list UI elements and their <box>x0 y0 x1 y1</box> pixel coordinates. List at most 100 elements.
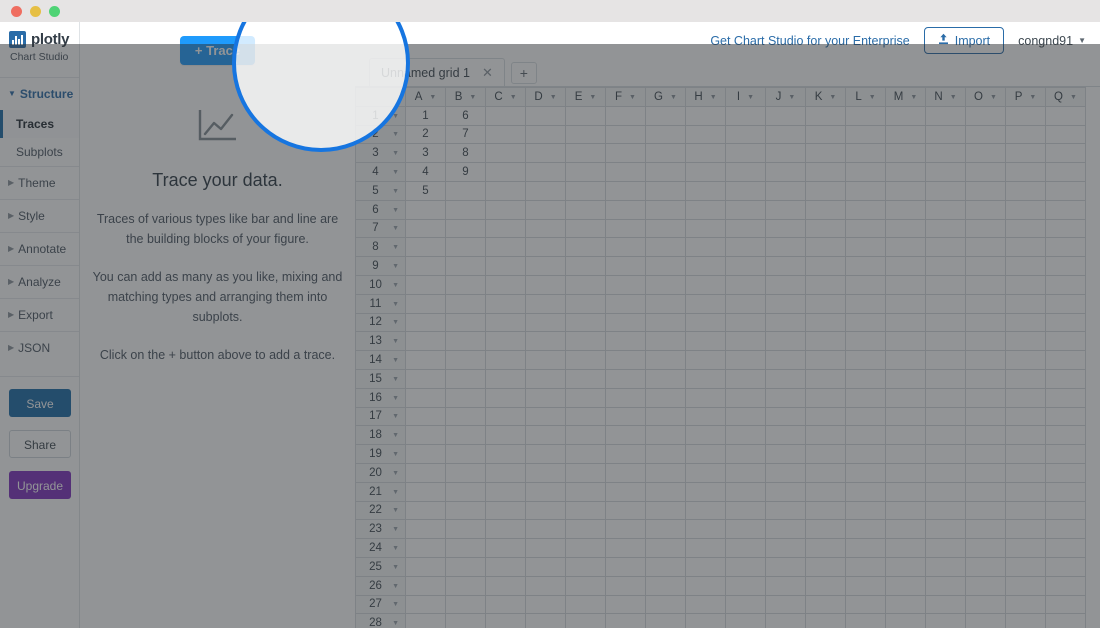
caret-down-icon[interactable]: ▼ <box>392 169 399 176</box>
row-header-12[interactable]: 12 ▼ <box>355 312 406 333</box>
cell-i27[interactable] <box>725 594 766 615</box>
caret-down-icon[interactable]: ▼ <box>392 319 399 326</box>
caret-down-icon[interactable]: ▼ <box>392 225 399 232</box>
sidebar-item-style[interactable]: ▶ Style <box>0 200 79 232</box>
cell-b19[interactable] <box>445 444 486 464</box>
cell-i4[interactable] <box>725 162 766 182</box>
caret-down-icon[interactable]: ▼ <box>392 244 399 251</box>
column-header-o[interactable]: O ▼ <box>965 87 1006 107</box>
cell-h28[interactable] <box>685 613 726 628</box>
cell-f5[interactable] <box>605 180 646 201</box>
cell-o9[interactable] <box>965 256 1006 276</box>
spreadsheet-scroll[interactable]: A ▼ B ▼ C ▼ D ▼ E ▼ F ▼ G ▼ H ▼ I ▼ J ▼ K ▼ L ▼ M ▼ N ▼ O ▼ P ▼ Q ▼ 1 ▼ 1 6 2… <box>355 87 1100 628</box>
cell-k21[interactable] <box>805 481 846 502</box>
cell-h4[interactable] <box>685 162 726 182</box>
cell-e20[interactable] <box>565 462 606 483</box>
cell-g27[interactable] <box>645 594 686 615</box>
cell-m24[interactable] <box>885 538 926 558</box>
cell-c19[interactable] <box>485 444 526 464</box>
cell-k26[interactable] <box>805 575 846 596</box>
cell-a7[interactable] <box>405 218 446 239</box>
cell-p22[interactable] <box>1005 500 1046 521</box>
row-header-1[interactable]: 1 ▼ <box>355 105 406 126</box>
cell-g15[interactable] <box>645 368 686 389</box>
row-header-4[interactable]: 4 ▼ <box>355 162 406 182</box>
cell-e3[interactable] <box>565 143 606 164</box>
cell-o15[interactable] <box>965 368 1006 389</box>
cell-m21[interactable] <box>885 481 926 502</box>
cell-a27[interactable] <box>405 594 446 615</box>
cell-j5[interactable] <box>765 180 806 201</box>
row-header-5[interactable]: 5 ▼ <box>355 180 406 201</box>
caret-down-icon[interactable]: ▼ <box>869 94 876 101</box>
cell-i17[interactable] <box>725 406 766 427</box>
cell-q4[interactable] <box>1045 162 1086 182</box>
cell-l2[interactable] <box>845 124 886 145</box>
cell-e2[interactable] <box>565 124 606 145</box>
cell-a25[interactable] <box>405 556 446 577</box>
cell-a4[interactable]: 4 <box>405 162 446 182</box>
cell-a23[interactable] <box>405 519 446 540</box>
cell-m13[interactable] <box>885 331 926 352</box>
cell-f3[interactable] <box>605 143 646 164</box>
cell-q17[interactable] <box>1045 406 1086 427</box>
caret-down-icon[interactable]: ▼ <box>392 413 399 420</box>
cell-q9[interactable] <box>1045 256 1086 276</box>
cell-i20[interactable] <box>725 462 766 483</box>
cell-m18[interactable] <box>885 425 926 446</box>
cell-i8[interactable] <box>725 237 766 258</box>
cell-i21[interactable] <box>725 481 766 502</box>
cell-m25[interactable] <box>885 556 926 577</box>
cell-i26[interactable] <box>725 575 766 596</box>
cell-e10[interactable] <box>565 274 606 295</box>
cell-k11[interactable] <box>805 293 846 314</box>
caret-down-icon[interactable]: ▼ <box>392 526 399 533</box>
cell-k2[interactable] <box>805 124 846 145</box>
cell-h7[interactable] <box>685 218 726 239</box>
cell-b3[interactable]: 8 <box>445 143 486 164</box>
column-header-h[interactable]: H ▼ <box>685 87 726 107</box>
cell-n2[interactable] <box>925 124 966 145</box>
cell-i23[interactable] <box>725 519 766 540</box>
cell-o21[interactable] <box>965 481 1006 502</box>
caret-down-icon[interactable]: ▼ <box>392 545 399 552</box>
cell-q23[interactable] <box>1045 519 1086 540</box>
cell-c18[interactable] <box>485 425 526 446</box>
cell-m23[interactable] <box>885 519 926 540</box>
cell-d7[interactable] <box>525 218 566 239</box>
column-header-g[interactable]: G ▼ <box>645 87 686 107</box>
cell-g14[interactable] <box>645 350 686 370</box>
cell-b21[interactable] <box>445 481 486 502</box>
cell-f20[interactable] <box>605 462 646 483</box>
cell-o3[interactable] <box>965 143 1006 164</box>
cell-a5[interactable]: 5 <box>405 180 446 201</box>
cell-l3[interactable] <box>845 143 886 164</box>
cell-i22[interactable] <box>725 500 766 521</box>
cell-q7[interactable] <box>1045 218 1086 239</box>
cell-n12[interactable] <box>925 312 966 333</box>
cell-c22[interactable] <box>485 500 526 521</box>
cell-q22[interactable] <box>1045 500 1086 521</box>
cell-o4[interactable] <box>965 162 1006 182</box>
cell-i5[interactable] <box>725 180 766 201</box>
caret-down-icon[interactable]: ▼ <box>392 301 399 308</box>
cell-b5[interactable] <box>445 180 486 201</box>
cell-d4[interactable] <box>525 162 566 182</box>
row-header-2[interactable]: 2 ▼ <box>355 124 406 145</box>
cell-m22[interactable] <box>885 500 926 521</box>
cell-d22[interactable] <box>525 500 566 521</box>
cell-n3[interactable] <box>925 143 966 164</box>
cell-i12[interactable] <box>725 312 766 333</box>
cell-i6[interactable] <box>725 199 766 220</box>
cell-q1[interactable] <box>1045 105 1086 126</box>
cell-j19[interactable] <box>765 444 806 464</box>
cell-l22[interactable] <box>845 500 886 521</box>
cell-m28[interactable] <box>885 613 926 628</box>
caret-down-icon[interactable]: ▼ <box>1070 94 1077 101</box>
cell-c4[interactable] <box>485 162 526 182</box>
cell-o12[interactable] <box>965 312 1006 333</box>
cell-a26[interactable] <box>405 575 446 596</box>
cell-c26[interactable] <box>485 575 526 596</box>
column-header-n[interactable]: N ▼ <box>925 87 966 107</box>
row-header-20[interactable]: 20 ▼ <box>355 462 406 483</box>
